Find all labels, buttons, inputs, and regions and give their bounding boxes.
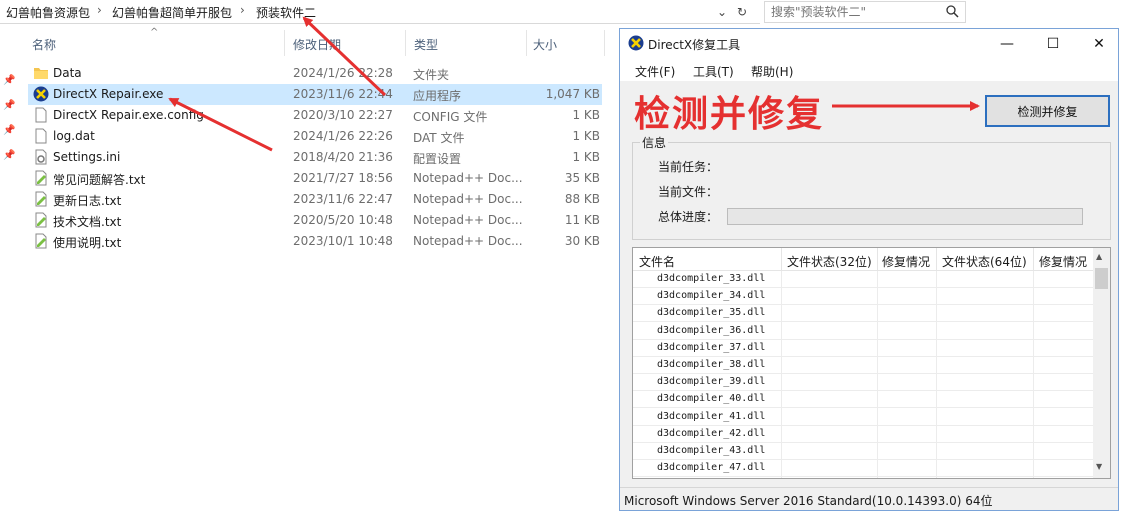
scroll-up-icon[interactable]: ▲ (1096, 252, 1102, 261)
blank-file-icon (35, 128, 47, 144)
directx-repair-window: DirectX修复工具 — ☐ ✕ 文件(F) 工具(T) 帮助(H) 检测并修… (619, 28, 1119, 511)
pin-icon[interactable]: 📌 (3, 150, 15, 161)
chevron-down-icon[interactable]: ⌄ (712, 2, 732, 22)
search-box[interactable] (764, 1, 966, 23)
notepadpp-file-icon (35, 170, 47, 186)
list-item[interactable]: d3dcompiler_33.dll (633, 271, 1093, 288)
os-info-text: Microsoft Windows Server 2016 Standard(1… (624, 494, 993, 508)
list-item[interactable]: d3dcompiler_42.dll (633, 426, 1093, 443)
folder-icon (34, 68, 48, 79)
list-item[interactable]: d3dcompiler_40.dll (633, 391, 1093, 409)
menu-bar: 文件(F) 工具(T) 帮助(H) (620, 59, 1118, 81)
file-status-list[interactable]: 文件名 文件状态(32位) 修复情况 文件状态(64位) 修复情况 d3dcom… (632, 247, 1111, 479)
list-item[interactable]: d3dcompiler_35.dll (633, 305, 1093, 323)
file-row[interactable]: 使用说明.txt 2023/10/1 10:48 Notepad++ Doc..… (28, 231, 602, 252)
maximize-icon[interactable]: ☐ (1030, 29, 1076, 59)
list-item-filename: d3dcompiler_43.dll (657, 445, 766, 456)
minimize-icon[interactable]: — (984, 29, 1030, 59)
list-header-status32[interactable]: 文件状态(32位) (787, 253, 872, 270)
settings-file-icon (35, 149, 47, 165)
desktop: 幻兽帕鲁资源包 › 幻兽帕鲁超简单开服包 › 预装软件二 ⌄ ↻ 📌 📌 📌 📌… (0, 0, 1127, 513)
file-row[interactable]: DirectX Repair.exe.config 2020/3/10 22:2… (28, 105, 602, 126)
blank-file-icon (35, 107, 47, 123)
window-title: DirectX修复工具 (648, 38, 741, 52)
search-icon[interactable] (945, 4, 959, 18)
chevron-right-icon: › (97, 3, 102, 17)
list-header: 文件名 文件状态(32位) 修复情况 文件状态(64位) 修复情况 (633, 248, 1093, 271)
progress-bar (727, 208, 1083, 225)
list-item-filename: d3dcompiler_39.dll (657, 376, 766, 388)
menu-file[interactable]: 文件(F) (635, 63, 675, 80)
search-input[interactable] (771, 5, 939, 19)
list-header-repair64[interactable]: 修复情况 (1039, 253, 1087, 270)
breadcrumb-item[interactable]: 预装软件二 (256, 4, 316, 21)
file-row[interactable]: 更新日志.txt 2023/11/6 22:47 Notepad++ Doc..… (28, 189, 602, 210)
directx-app-icon (628, 35, 644, 51)
menu-help[interactable]: 帮助(H) (751, 63, 793, 80)
list-item-filename: d3dcompiler_34.dll (657, 290, 766, 302)
pin-icon[interactable]: 📌 (3, 125, 15, 136)
chevron-right-icon: › (240, 3, 245, 17)
file-row[interactable]: log.dat 2024/1/26 22:26 DAT 文件 1 KB (28, 126, 602, 147)
list-header-status64[interactable]: 文件状态(64位) (942, 253, 1027, 270)
pin-icon[interactable]: 📌 (3, 75, 15, 86)
list-item-filename: d3dcompiler_33.dll (657, 273, 766, 284)
notepadpp-file-icon (35, 191, 47, 207)
vertical-scrollbar[interactable]: ▲ ▼ (1093, 248, 1110, 478)
list-item-filename: d3dcompiler_38.dll (657, 359, 766, 370)
overall-progress-label: 总体进度： (658, 210, 719, 224)
info-title: 信息 (640, 134, 669, 151)
current-task-label: 当前任务： (658, 160, 719, 174)
column-header-date[interactable]: 修改日期 (285, 30, 405, 56)
refresh-icon[interactable]: ↻ (732, 2, 752, 22)
list-item-filename: d3dcompiler_41.dll (657, 410, 766, 422)
close-icon[interactable]: ✕ (1076, 29, 1122, 59)
status-bar: Microsoft Windows Server 2016 Standard(1… (620, 487, 1118, 511)
file-row[interactable]: Data 2024/1/26 22:28 文件夹 (28, 63, 602, 84)
list-item[interactable]: d3dcompiler_39.dll (633, 374, 1093, 392)
list-item-filename: d3dcompiler_40.dll (657, 393, 766, 405)
notepadpp-file-icon (35, 212, 47, 228)
pin-icon[interactable]: 📌 (3, 100, 15, 111)
scan-repair-button[interactable]: 检测并修复 (985, 95, 1110, 127)
file-row[interactable]: 技术文档.txt 2020/5/20 10:48 Notepad++ Doc..… (28, 210, 602, 231)
navigation-pane: 📌 📌 📌 📌 (0, 30, 18, 513)
list-item[interactable]: d3dcompiler_36.dll (633, 323, 1093, 340)
list-item-filename: d3dcompiler_35.dll (657, 307, 766, 319)
list-item-filename: d3dcompiler_36.dll (657, 324, 766, 336)
list-item[interactable]: d3dcompiler_37.dll (633, 340, 1093, 357)
list-item[interactable]: d3dcompiler_38.dll (633, 357, 1093, 374)
breadcrumb-item[interactable]: 幻兽帕鲁超简单开服包 (112, 4, 232, 21)
current-file-label: 当前文件： (658, 185, 719, 199)
list-item-filename: d3dcompiler_47.dll (657, 462, 766, 474)
annotation-label: 检测并修复 (634, 94, 825, 135)
scroll-thumb[interactable] (1095, 268, 1108, 289)
scroll-down-icon[interactable]: ▼ (1096, 462, 1102, 471)
menu-tools[interactable]: 工具(T) (693, 63, 734, 80)
column-divider[interactable] (604, 30, 605, 56)
list-header-filename[interactable]: 文件名 (639, 253, 675, 270)
column-header-type[interactable]: 类型 (406, 30, 526, 56)
list-item[interactable]: d3dcompiler_47.dll (633, 460, 1093, 478)
file-row[interactable]: Settings.ini 2018/4/20 21:36 配置设置 1 KB (28, 147, 602, 168)
breadcrumb-item[interactable]: 幻兽帕鲁资源包 (6, 4, 90, 21)
address-bar[interactable]: 幻兽帕鲁资源包 › 幻兽帕鲁超简单开服包 › 预装软件二 ⌄ ↻ (0, 0, 760, 24)
notepadpp-file-icon (35, 233, 47, 249)
list-item-filename: d3dcompiler_42.dll (657, 427, 766, 439)
title-bar[interactable]: DirectX修复工具 — ☐ ✕ (620, 29, 1118, 59)
list-item[interactable]: d3dcompiler_41.dll (633, 409, 1093, 426)
file-row[interactable]: 常见问题解答.txt 2021/7/27 18:56 Notepad++ Doc… (28, 168, 602, 189)
list-header-repair32[interactable]: 修复情况 (882, 253, 930, 270)
file-row-selected[interactable]: DirectX Repair.exe 2023/11/6 22:44 应用程序 … (28, 84, 602, 105)
list-item-filename: d3dcompiler_37.dll (657, 341, 766, 353)
column-header-name[interactable]: 名称 (28, 30, 283, 56)
list-item[interactable]: d3dcompiler_34.dll (633, 288, 1093, 306)
list-item[interactable]: d3dcompiler_43.dll (633, 443, 1093, 460)
directx-app-icon (33, 86, 49, 102)
column-header-size[interactable]: 大小 (527, 30, 603, 56)
